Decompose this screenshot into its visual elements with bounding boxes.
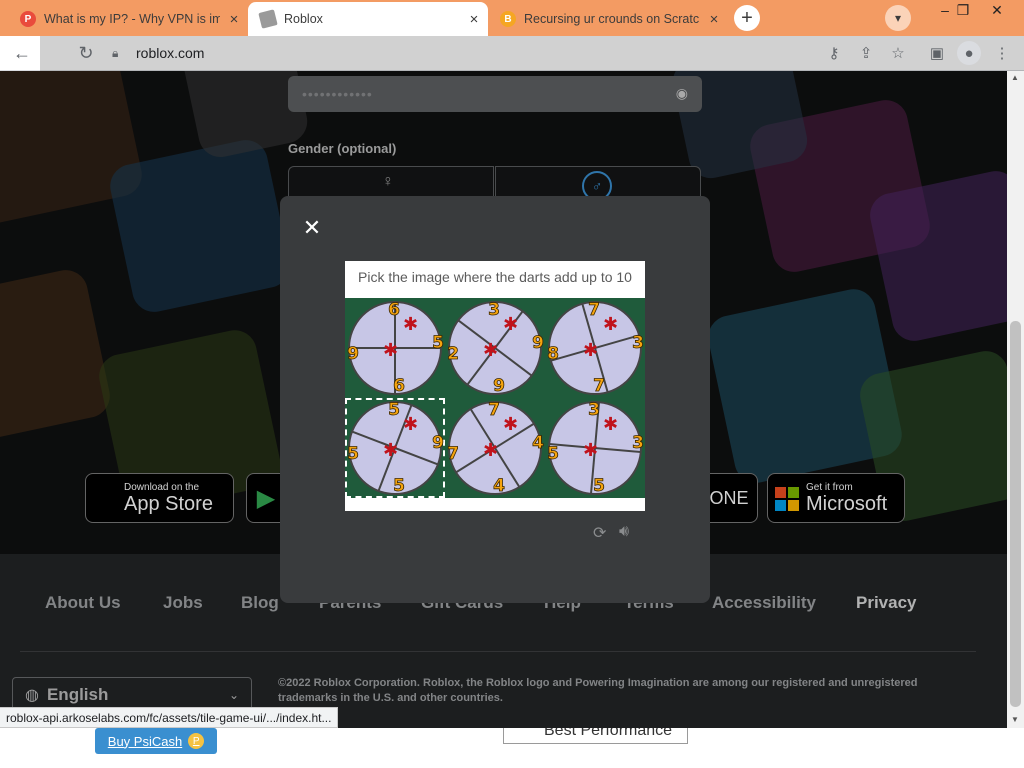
close-tab-icon[interactable]: × [460, 11, 488, 28]
address-bar[interactable]: 🔒︎ roblox.com [112, 40, 812, 66]
captcha-modal: ✕ Pick the image where the darts add up … [280, 196, 710, 603]
dart-number: 9 [532, 333, 544, 353]
dart-icon: ✱ [483, 340, 498, 361]
dartboard-image: ✱✱7387 [547, 300, 645, 397]
dart-number: 3 [488, 300, 500, 320]
close-tab-icon[interactable]: × [220, 11, 248, 28]
reload-icon[interactable]: ⟳ [593, 523, 606, 543]
roblox-favicon-icon [258, 9, 278, 29]
captcha-tile[interactable]: ✱ ✱ 7 4 7 4 [445, 398, 545, 498]
dart-number: 9 [432, 433, 444, 453]
captcha-tile[interactable]: ✱ ✱ 5 9 5 5 [345, 398, 445, 498]
dart-icon: ✱ [403, 314, 418, 335]
tab-title: What is my IP? - Why VPN is imp [44, 12, 220, 26]
dart-number: 9 [347, 344, 359, 364]
vpn-favicon-icon: P [20, 11, 36, 27]
dart-number: 7 [593, 376, 605, 396]
sidebar-icon[interactable]: ▣ [925, 41, 949, 65]
captcha-tile[interactable]: ✱ ✱ 7 3 8 7 [545, 298, 645, 398]
scroll-down-icon[interactable]: ▼ [1011, 715, 1019, 724]
dart-number: 3 [632, 433, 644, 453]
chevron-down-icon[interactable]: ▾ [885, 5, 911, 31]
page: •••••••••••• ◉ Gender (optional) ♀ ♂ Dow… [0, 71, 1007, 728]
dart-icon: ✱ [603, 414, 618, 435]
dart-number: 3 [588, 400, 600, 420]
dart-number: 4 [532, 433, 544, 453]
restore-button[interactable]: ❐ [948, 0, 978, 20]
dart-number: 7 [488, 400, 500, 420]
profile-icon[interactable]: ● [957, 41, 981, 65]
new-tab-button[interactable]: + [734, 5, 760, 31]
best-performance-label: Best Performance [544, 728, 673, 739]
dartboard-image: ✱✱6596 [347, 300, 445, 397]
dart-icon: ✱ [483, 440, 498, 461]
kebab-menu-icon[interactable]: ⋮ [990, 41, 1014, 65]
dart-number: 7 [447, 444, 459, 464]
buy-psicash-label: Buy PsiCash [107, 733, 183, 749]
buy-psicash-button[interactable]: Buy PsiCash P [95, 728, 217, 754]
dartboard-image: ✱✱5955 [347, 400, 445, 497]
dart-number: 5 [432, 333, 444, 353]
share-icon[interactable]: ⇪ [854, 41, 878, 65]
dart-icon: ✱ [503, 314, 518, 335]
dartboard-image: ✱✱7474 [447, 400, 545, 497]
scroll-up-icon[interactable]: ▲ [1011, 73, 1019, 82]
dart-icon: ✱ [383, 340, 398, 361]
dartboard-image: ✱✱3355 [547, 400, 645, 497]
dart-number: 5 [347, 444, 359, 464]
dart-number: 7 [588, 300, 600, 320]
dart-number: 8 [547, 344, 559, 364]
dart-number: 5 [593, 476, 605, 496]
close-icon[interactable]: ✕ [300, 215, 324, 240]
tab-strip: P What is my IP? - Why VPN is imp × Robl… [0, 0, 1024, 36]
dart-number: 3 [632, 333, 644, 353]
dart-number: 2 [447, 344, 459, 364]
captcha-prompt: Pick the image where the darts add up to… [358, 269, 632, 285]
bottom-window: Buy PsiCash P Best Performance [0, 728, 1024, 768]
dart-number: 5 [388, 400, 400, 420]
captcha-tile[interactable]: ✱ ✱ 3 9 2 9 [445, 298, 545, 398]
page-scrollbar[interactable]: ▲ ▼ [1007, 71, 1024, 728]
star-icon[interactable]: ☆ [886, 41, 910, 65]
reload-icon[interactable]: ↻ [73, 40, 99, 66]
tab-roblox[interactable]: Roblox × [248, 2, 488, 36]
scroll-thumb[interactable] [1010, 321, 1021, 707]
tab-vpn[interactable]: P What is my IP? - Why VPN is imp × [8, 2, 248, 36]
dart-number: 6 [388, 300, 400, 320]
dart-icon: ✱ [583, 340, 598, 361]
captcha-puzzle: Pick the image where the darts add up to… [345, 261, 645, 511]
scratch-favicon-icon: B [500, 11, 516, 27]
tab-title: Recursing ur crounds on Scratch [524, 12, 700, 26]
close-window-button[interactable]: ✕ [982, 0, 1012, 20]
status-url: roblox-api.arkoselabs.com/fc/assets/tile… [0, 707, 339, 728]
dart-icon: ✱ [403, 414, 418, 435]
audio-icon[interactable]: 🔊︎ [619, 523, 629, 541]
captcha-grid: ✱ ✱ 6 5 9 6 ✱ ✱ 3 9 2 9 ✱ ✱ 7 3 8 7 ✱ ✱ 5 9 5 5 ✱ ✱ 7 4 7 4 ✱ ✱ 3 3 5 5 [345, 298, 645, 498]
close-tab-icon[interactable]: × [700, 11, 728, 28]
lock-icon[interactable]: 🔒︎ [112, 46, 126, 61]
dart-icon: ✱ [603, 314, 618, 335]
key-icon[interactable]: ⚷ [822, 41, 846, 65]
dartboard-image: ✱✱3929 [447, 300, 545, 397]
dart-number: 6 [393, 376, 405, 396]
dart-icon: ✱ [583, 440, 598, 461]
tab-scratch[interactable]: B Recursing ur crounds on Scratch × [488, 2, 728, 36]
best-performance-button[interactable]: Best Performance [503, 728, 688, 744]
browser-toolbar: ← → ↻ 🔒︎ roblox.com ⚷ ⇪ ☆ ▣ ● ⋮ [0, 36, 1024, 693]
tab-title: Roblox [284, 12, 323, 26]
captcha-tile[interactable]: ✱ ✱ 3 3 5 5 [545, 398, 645, 498]
dart-icon: ✱ [383, 440, 398, 461]
dart-icon: ✱ [503, 414, 518, 435]
captcha-tile[interactable]: ✱ ✱ 6 5 9 6 [345, 298, 445, 398]
dart-number: 5 [393, 476, 405, 496]
dart-number: 9 [493, 376, 505, 396]
back-arrow-icon[interactable]: ← [9, 40, 35, 66]
url-text: roblox.com [136, 45, 205, 61]
psicash-coin-icon: P [188, 733, 205, 749]
dart-number: 5 [547, 444, 559, 464]
dart-number: 4 [493, 476, 505, 496]
